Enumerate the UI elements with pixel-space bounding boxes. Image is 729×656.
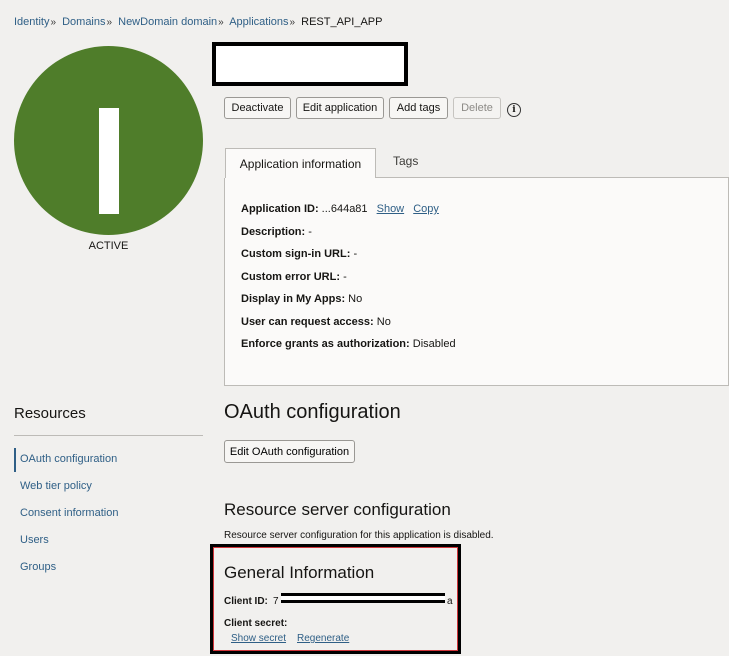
deactivate-button[interactable]: Deactivate [224, 97, 291, 119]
custom-signin-value: - [353, 248, 358, 260]
custom-error-value: - [343, 271, 347, 283]
breadcrumb-newdomain[interactable]: NewDomain domain [118, 16, 217, 28]
nav-oauth-configuration[interactable]: OAuth configuration [20, 453, 117, 465]
copy-application-id-link[interactable]: Copy [413, 203, 439, 215]
enforce-grants-value: Disabled [412, 338, 456, 350]
oauth-configuration-heading: OAuth configuration [224, 401, 401, 423]
redacted-client-id [281, 593, 445, 603]
description-row: Description: - [241, 226, 312, 238]
active-nav-indicator [14, 448, 16, 472]
client-id-suffix: a [447, 596, 453, 607]
status-label: ACTIVE [88, 240, 129, 252]
breadcrumb-separator: » [218, 17, 224, 28]
edit-application-button[interactable]: Edit application [296, 97, 384, 119]
breadcrumb-identity[interactable]: Identity [14, 16, 49, 28]
info-icon[interactable]: i [507, 103, 521, 117]
add-tags-button[interactable]: Add tags [389, 97, 448, 119]
request-access-value: No [376, 316, 391, 328]
description-value: - [308, 226, 312, 238]
general-information-heading: General Information [224, 563, 375, 582]
custom-signin-label: Custom sign-in URL: [241, 248, 351, 260]
client-id-label: Client ID: [224, 596, 268, 607]
redacted-app-title [212, 42, 408, 86]
client-id-prefix: 7 [273, 596, 279, 607]
show-secret-link[interactable]: Show secret [231, 633, 286, 644]
nav-consent-information[interactable]: Consent information [20, 507, 118, 519]
enforce-grants-label: Enforce grants as authorization: [241, 338, 410, 350]
breadcrumb: Identity» Domains» NewDomain domain» App… [14, 16, 382, 28]
application-info-panel: Application ID: ...644a81 Show Copy Desc… [224, 178, 729, 386]
nav-web-tier-policy[interactable]: Web tier policy [20, 480, 92, 492]
enforce-grants-row: Enforce grants as authorization: Disable… [241, 338, 456, 350]
application-id-row: Application ID: ...644a81 Show Copy [241, 203, 439, 215]
custom-error-label: Custom error URL: [241, 271, 341, 283]
custom-error-row: Custom error URL: - [241, 271, 347, 283]
resources-title: Resources [14, 405, 86, 422]
description-label: Description: [241, 226, 306, 238]
resource-server-description: Resource server configuration for this a… [224, 530, 494, 541]
resource-server-heading: Resource server configuration [224, 500, 451, 519]
breadcrumb-separator: » [106, 17, 113, 28]
display-in-my-apps-label: Display in My Apps: [241, 293, 346, 305]
show-application-id-link[interactable]: Show [377, 203, 405, 215]
display-in-my-apps-value: No [348, 293, 363, 305]
breadcrumb-current: REST_API_APP [301, 16, 383, 28]
avatar-letter-glyph [99, 108, 119, 214]
edit-oauth-configuration-button[interactable]: Edit OAuth configuration [224, 440, 355, 463]
request-access-row: User can request access: No [241, 316, 391, 328]
application-id-label: Application ID: [241, 203, 319, 215]
custom-signin-row: Custom sign-in URL: - [241, 248, 357, 260]
breadcrumb-separator: » [50, 17, 57, 28]
tab-application-information[interactable]: Application information [225, 148, 376, 178]
breadcrumb-applications[interactable]: Applications [229, 16, 288, 28]
breadcrumb-domains[interactable]: Domains [62, 16, 105, 28]
breadcrumb-separator: » [289, 17, 296, 28]
display-in-my-apps-row: Display in My Apps: No [241, 293, 362, 305]
resources-divider [14, 435, 203, 436]
nav-users[interactable]: Users [20, 534, 49, 546]
delete-button: Delete [453, 97, 501, 119]
client-secret-label: Client secret: [224, 618, 288, 629]
tab-tags[interactable]: Tags [393, 154, 418, 168]
application-id-value: ...644a81 [321, 203, 368, 215]
app-avatar [14, 46, 203, 235]
nav-groups[interactable]: Groups [20, 561, 56, 573]
regenerate-link[interactable]: Regenerate [297, 633, 349, 644]
request-access-label: User can request access: [241, 316, 374, 328]
